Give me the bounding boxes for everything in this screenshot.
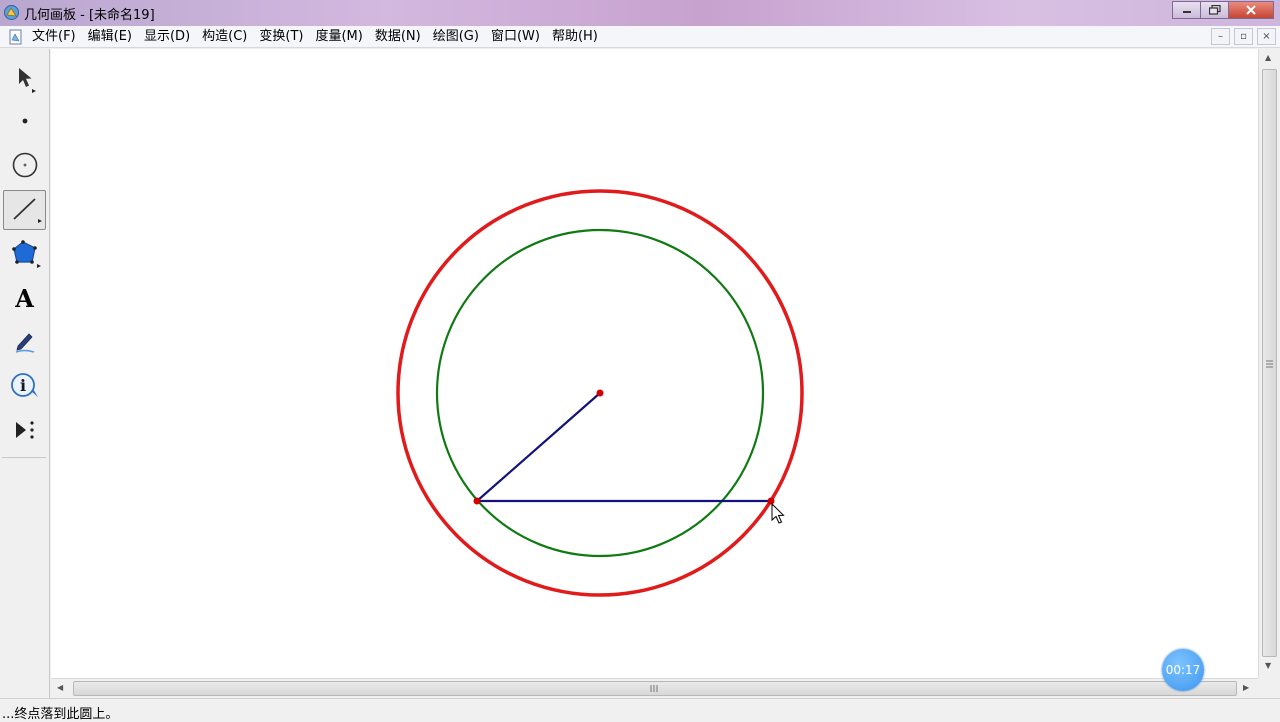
scroll-corner <box>1258 678 1280 698</box>
close-button[interactable] <box>1228 1 1274 19</box>
play-dots-icon <box>15 421 34 439</box>
toolbox-divider <box>2 457 46 458</box>
doc-close-button[interactable]: × <box>1257 28 1276 45</box>
info-glyph: i <box>19 376 25 395</box>
segment-icon <box>12 198 42 223</box>
custom-tool[interactable] <box>3 410 46 450</box>
text-tool[interactable]: A <box>3 278 46 318</box>
menu-graph[interactable]: 绘图(G) <box>427 26 485 48</box>
point-icon <box>22 118 27 124</box>
doc-minimize-button[interactable]: – <box>1211 28 1230 45</box>
pen-icon <box>15 333 34 353</box>
maximize-button[interactable] <box>1200 1 1228 19</box>
menu-edit[interactable]: 编辑(E) <box>82 26 138 48</box>
status-bar: ...终点落到此圆上。 <box>0 698 1280 722</box>
center-point[interactable] <box>596 389 604 397</box>
menu-measure[interactable]: 度量(M) <box>309 26 368 48</box>
scroll-up-icon[interactable]: ▲ <box>1265 53 1271 62</box>
menu-bar: 文件(F) 编辑(E) 显示(D) 构造(C) 变换(T) 度量(M) 数据(N… <box>0 26 1280 48</box>
close-icon <box>1246 5 1256 15</box>
menu-display[interactable]: 显示(D) <box>138 26 196 48</box>
vertical-scrollbar[interactable]: ▲ ▼ <box>1258 49 1280 678</box>
menu-file[interactable]: 文件(F) <box>26 26 82 48</box>
minimize-icon <box>1182 11 1191 13</box>
restore-icon <box>1208 5 1221 15</box>
grip-icon <box>1266 360 1273 368</box>
horizontal-scrollbar[interactable]: ◀ ▶ <box>51 678 1258 698</box>
information-tool[interactable]: i <box>3 366 46 406</box>
text-a-icon: A <box>15 283 34 313</box>
window-controls <box>1172 1 1274 19</box>
select-arrow-tool[interactable] <box>3 59 46 99</box>
title-bar: 几何画板 - [未命名19] <box>0 0 1280 26</box>
straightedge-tool[interactable] <box>3 190 46 230</box>
toolbox: A i <box>0 49 50 698</box>
polygon-tool[interactable] <box>3 234 46 274</box>
pentagon-icon <box>11 240 41 268</box>
compass-tool[interactable] <box>3 145 46 185</box>
app-logo-icon <box>4 5 19 20</box>
scroll-down-icon[interactable]: ▼ <box>1265 661 1271 670</box>
window-title: 几何画板 - [未命名19] <box>24 8 155 23</box>
inner-circle-point[interactable] <box>473 497 481 505</box>
status-text: ...终点落到此圆上。 <box>2 707 119 722</box>
circle-icon <box>12 152 37 178</box>
doc-restore-button[interactable]: ▫ <box>1234 28 1253 45</box>
point-tool[interactable] <box>3 101 46 141</box>
minimize-button[interactable] <box>1172 1 1200 19</box>
main-menu: 文件(F) 编辑(E) 显示(D) 构造(C) 变换(T) 度量(M) 数据(N… <box>26 26 604 48</box>
menu-window[interactable]: 窗口(W) <box>485 26 546 48</box>
scroll-left-icon[interactable]: ◀ <box>57 683 63 692</box>
vertical-scroll-thumb[interactable] <box>1262 69 1277 657</box>
marker-tool[interactable] <box>3 321 46 361</box>
radius-segment[interactable] <box>476 392 601 502</box>
horizontal-scroll-thumb[interactable] <box>73 681 1237 696</box>
menu-construct[interactable]: 构造(C) <box>196 26 253 48</box>
document-controls: – ▫ × <box>1211 28 1276 45</box>
menu-help[interactable]: 帮助(H) <box>546 26 604 48</box>
grip-icon <box>650 685 658 692</box>
sketch-drawing <box>396 189 804 597</box>
document-icon[interactable] <box>8 29 24 45</box>
endpoint-point[interactable] <box>767 497 775 505</box>
sketch-canvas[interactable] <box>51 49 1258 678</box>
scroll-right-icon[interactable]: ▶ <box>1243 683 1249 692</box>
arrow-icon <box>18 68 36 93</box>
recording-timer[interactable]: 00:17 <box>1162 649 1204 691</box>
info-icon: i <box>10 373 38 397</box>
menu-transform[interactable]: 变换(T) <box>253 26 309 48</box>
mouse-cursor-icon <box>771 502 785 524</box>
menu-data[interactable]: 数据(N) <box>369 26 427 48</box>
